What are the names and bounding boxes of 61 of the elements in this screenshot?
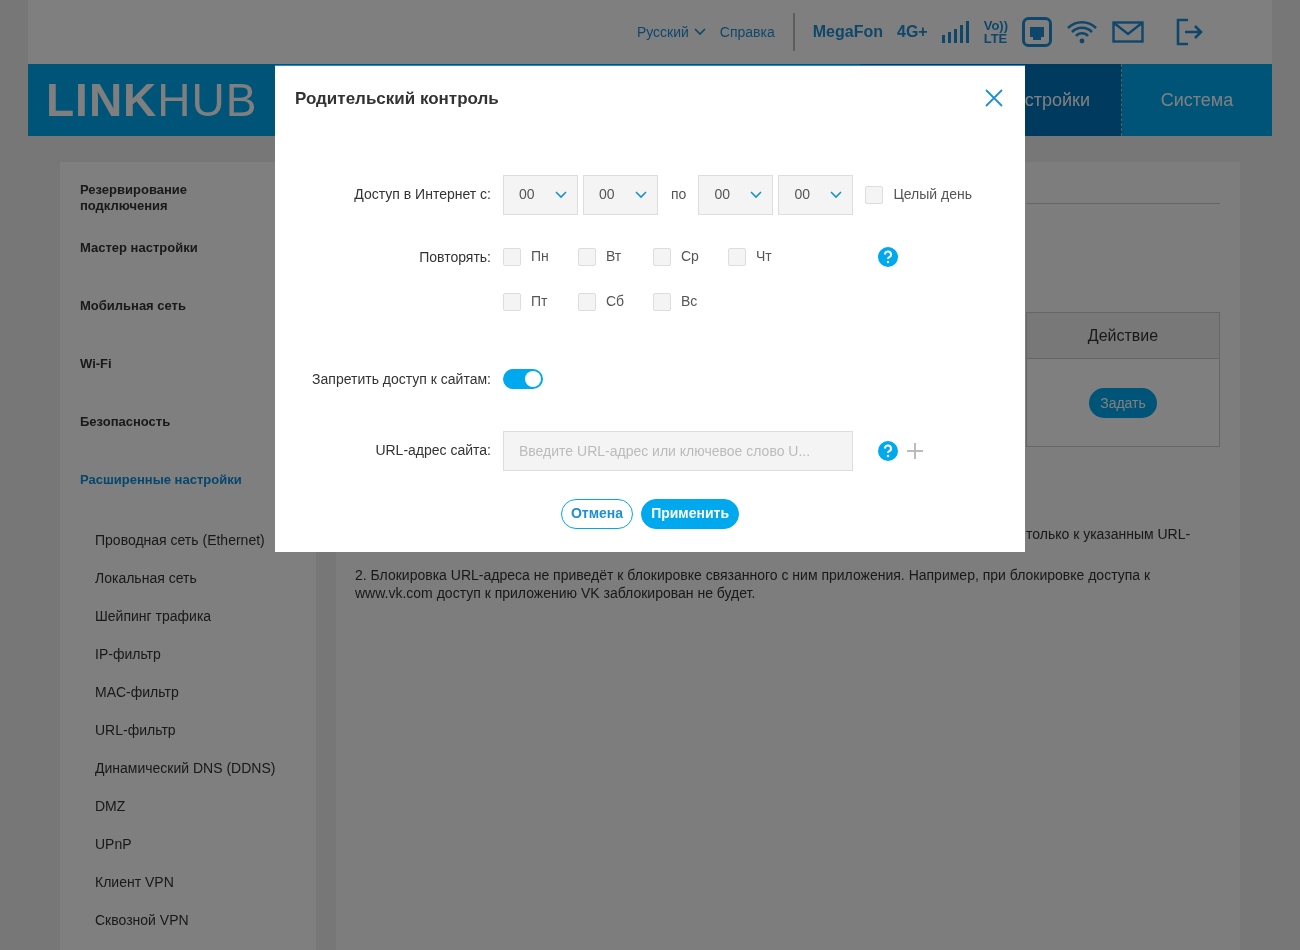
- caret-icon: [693, 28, 706, 36]
- mail-icon[interactable]: [1112, 21, 1144, 43]
- logo: LINKHUB: [45, 72, 258, 128]
- note-text: 2. Блокировка URL-адреса не приведёт к блокировке связанного с ним приложения. Например, при блокировке доступа к www.vk.com доступ к приложению VK заблокирован не будет.: [355, 566, 1152, 602]
- column-header: Действие: [1027, 313, 1219, 359]
- sidebar-item[interactable]: Мастер настройки: [80, 240, 198, 256]
- day-checkbox[interactable]: Чт: [728, 246, 803, 267]
- sidebar-subitem[interactable]: Сквозной VPN: [80, 910, 316, 948]
- sidebar-item[interactable]: Расширенные настройки: [80, 472, 242, 488]
- wifi-icon: [1066, 19, 1098, 45]
- help-icon[interactable]: [878, 246, 898, 267]
- day-checkbox[interactable]: Вт: [578, 246, 653, 267]
- time-select[interactable]: 00: [698, 174, 774, 215]
- dialog-title: Родительский контроль: [295, 88, 499, 110]
- sidebar-item[interactable]: Безопасность: [80, 414, 171, 430]
- sidebar-subitem[interactable]: DMZ: [80, 796, 316, 834]
- day-checkbox[interactable]: Пт: [503, 291, 578, 312]
- sidebar-subitem[interactable]: Шейпинг трафика: [80, 606, 316, 644]
- url-input-field[interactable]: Введите URL-адрес или ключевое слово U...: [503, 430, 853, 471]
- help-link[interactable]: Справка: [719, 21, 775, 43]
- separator-text: по: [671, 185, 687, 204]
- sidebar-subitem[interactable]: UPnP: [80, 834, 316, 872]
- toggle-switch[interactable]: [503, 369, 543, 389]
- sidebar-item[interactable]: Мобильная сеть: [80, 298, 186, 314]
- day-checkbox[interactable]: Ср: [653, 246, 728, 267]
- sidebar-subitem[interactable]: IP-фильтр: [80, 644, 316, 682]
- field-label: Запретить доступ к сайтам:: [311, 369, 492, 389]
- time-select[interactable]: 00: [503, 174, 578, 215]
- sidebar-subitem[interactable]: URL-фильтр: [80, 720, 316, 758]
- day-checkbox[interactable]: Сб: [578, 291, 653, 312]
- apply-button[interactable]: Применить: [641, 498, 739, 529]
- network-type: 4G+: [897, 22, 928, 42]
- signal-icon: [941, 21, 970, 43]
- field-label: URL-адрес сайта:: [374, 441, 492, 460]
- caret-icon: [750, 190, 763, 199]
- sidebar-subitem[interactable]: Клиент VPN: [80, 872, 316, 910]
- sidebar-item[interactable]: Резервирование подключения: [80, 182, 266, 214]
- all-day-checkbox[interactable]: Целый день: [865, 184, 972, 205]
- time-select[interactable]: 00: [583, 174, 658, 215]
- close-icon[interactable]: [983, 86, 1005, 108]
- volte-indicator: Vo)) LTE: [983, 19, 1008, 45]
- day-checkbox[interactable]: Пн: [503, 246, 578, 267]
- sidebar-subitem[interactable]: Динамический DNS (DDNS): [80, 758, 316, 796]
- day-checkbox[interactable]: Вс: [653, 291, 728, 312]
- cancel-button[interactable]: Отмена: [561, 498, 634, 529]
- sidebar-subitem[interactable]: MAC-фильтр: [80, 682, 316, 720]
- ethernet-icon: [1022, 17, 1052, 47]
- language-menu[interactable]: Русский: [636, 21, 706, 43]
- caret-icon: [830, 190, 843, 199]
- add-icon[interactable]: [907, 442, 923, 459]
- field-label: Повторять:: [418, 247, 492, 267]
- note-text: только к указанным URL-: [1026, 525, 1191, 544]
- operator-name: MegaFon: [812, 22, 883, 42]
- caret-icon: [555, 190, 567, 199]
- help-icon[interactable]: [878, 440, 898, 461]
- time-select[interactable]: 00: [778, 174, 854, 215]
- sidebar-item[interactable]: Wi-Fi: [80, 356, 112, 372]
- field-label: Доступ в Интернет с:: [353, 185, 492, 204]
- sidebar-subitem[interactable]: Локальная сеть: [80, 568, 316, 606]
- caret-icon: [635, 190, 647, 199]
- logout-icon[interactable]: [1176, 18, 1204, 46]
